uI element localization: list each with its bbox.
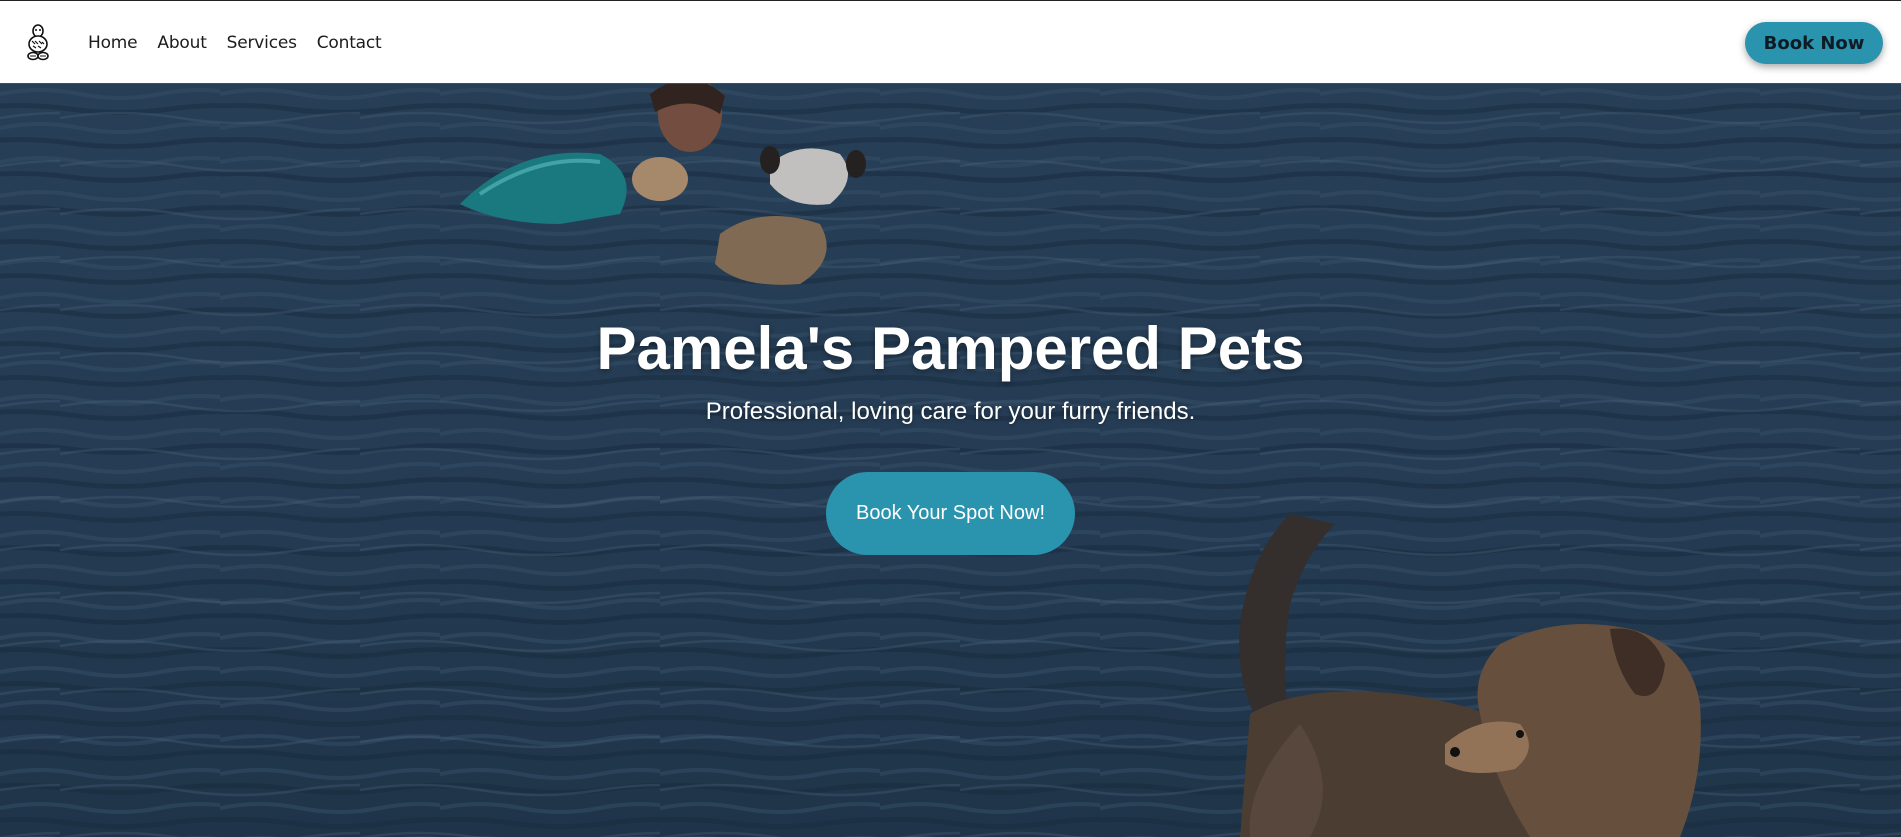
nav-link-about[interactable]: About — [157, 33, 206, 53]
hero-overlay — [0, 84, 1901, 837]
nav-link-services[interactable]: Services — [227, 33, 297, 53]
hero-title: Pamela's Pampered Pets — [596, 315, 1305, 382]
book-your-spot-button[interactable]: Book Your Spot Now! — [826, 472, 1075, 555]
hero-section: Pamela's Pampered Pets Professional, lov… — [0, 84, 1901, 837]
hero-subtitle: Professional, loving care for your furry… — [705, 398, 1196, 425]
nav-link-home[interactable]: Home — [88, 33, 138, 53]
book-now-button[interactable]: Book Now — [1745, 22, 1883, 64]
main-nav: Home About Services Contact — [88, 1, 382, 85]
nav-link-contact[interactable]: Contact — [317, 33, 382, 53]
paw-logo-icon[interactable] — [22, 23, 54, 61]
top-navbar: Home About Services Contact Book Now — [0, 0, 1901, 84]
